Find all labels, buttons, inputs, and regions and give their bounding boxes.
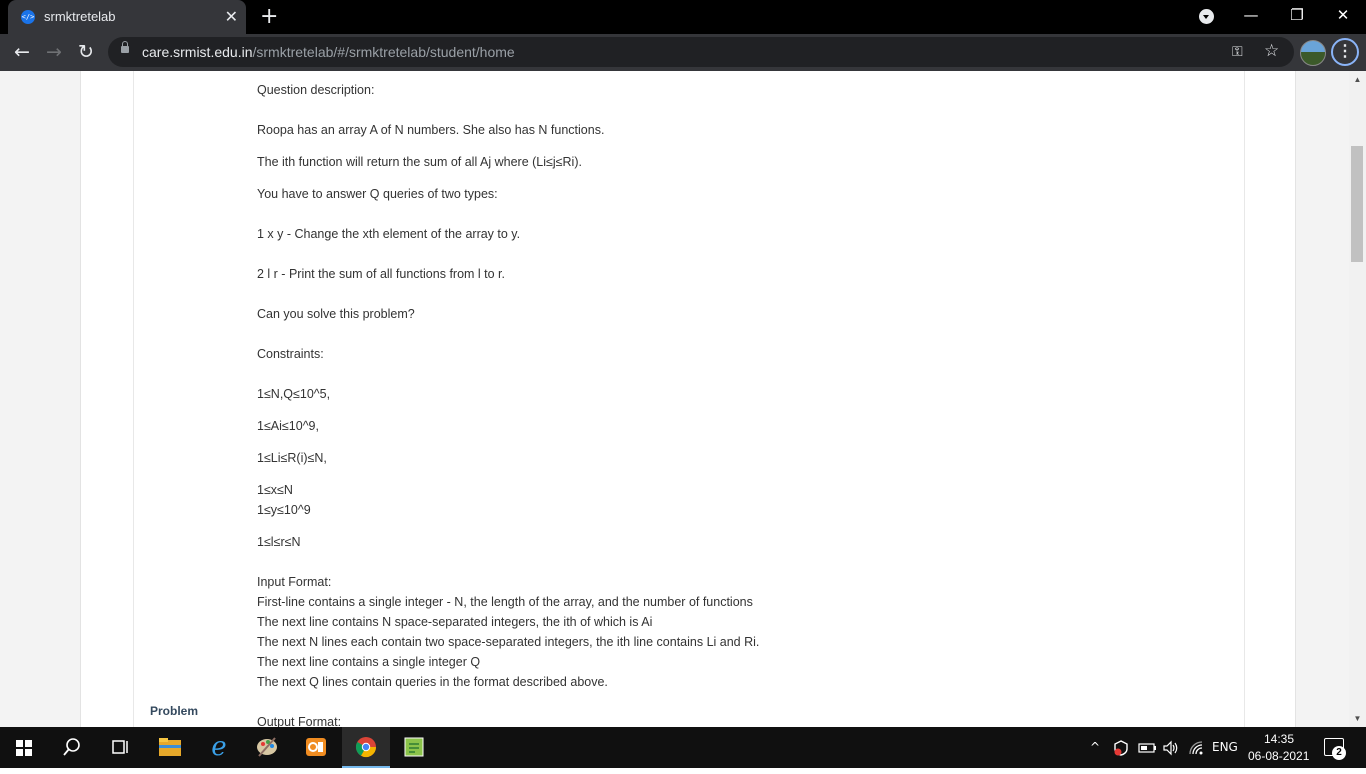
input-format-line: The next N lines each contain two space-… <box>257 635 760 649</box>
clock-time[interactable]: 14:35 <box>1264 732 1294 746</box>
problem-label: Problem <box>150 704 199 718</box>
search-icon[interactable] <box>48 727 96 768</box>
forward-button[interactable]: → <box>40 38 68 66</box>
constraint-line: 1≤N,Q≤10^5, <box>257 387 331 401</box>
tab-search-icon[interactable] <box>1199 9 1214 24</box>
output-format-heading: Output Format: <box>257 715 342 727</box>
start-button[interactable] <box>0 727 48 768</box>
browser-tab[interactable]: </> srmktretelab ✕ <box>8 0 246 34</box>
query-type-line: 1 x y - Change the xth element of the ar… <box>257 227 521 241</box>
notepad-plus-icon[interactable] <box>390 727 438 768</box>
tab-title: srmktretelab <box>44 9 116 24</box>
notification-count-badge: 2 <box>1332 746 1346 760</box>
close-window-button[interactable]: ✕ <box>1320 0 1366 30</box>
scroll-up-arrow-icon[interactable]: ▲ <box>1349 71 1366 88</box>
new-tab-button[interactable]: + <box>260 4 278 30</box>
url-text[interactable]: care.srmist.edu.in/srmktretelab/#/srmktr… <box>142 44 515 60</box>
input-format-line: The next line contains a single integer … <box>257 655 481 669</box>
scroll-down-arrow-icon[interactable]: ▼ <box>1349 710 1366 727</box>
back-button[interactable]: ← <box>8 38 36 66</box>
page-viewport: Problem Question description: Roopa has … <box>0 71 1349 727</box>
problem-statement-line: You have to answer Q queries of two type… <box>257 187 498 201</box>
bookmark-star-icon[interactable]: ☆ <box>1264 40 1279 62</box>
question-description-heading: Question description: <box>257 83 375 97</box>
clock-date[interactable]: 06-08-2021 <box>1248 749 1309 763</box>
security-tray-icon[interactable] <box>1113 727 1129 768</box>
browser-menu-icon[interactable]: ⋮ <box>1331 38 1359 66</box>
key-icon[interactable]: ⚿ <box>1232 41 1243 63</box>
lock-icon[interactable] <box>121 41 129 53</box>
input-format-line: The next Q lines contain queries in the … <box>257 675 608 689</box>
file-explorer-icon[interactable] <box>146 727 194 768</box>
paint-app-icon[interactable] <box>243 727 291 768</box>
language-indicator[interactable]: ENG <box>1212 727 1238 768</box>
url-path: /srmktretelab/#/srmktretelab/student/hom… <box>252 44 515 60</box>
volume-icon[interactable] <box>1162 727 1180 768</box>
constraint-line: 1≤Li≤R(i)≤N, <box>257 451 327 465</box>
chrome-taskbar-icon[interactable] <box>342 727 390 768</box>
problem-statement-line: Can you solve this problem? <box>257 307 415 321</box>
scrollbar-thumb[interactable] <box>1351 146 1363 262</box>
input-format-line: The next line contains N space-separated… <box>257 615 653 629</box>
constraints-heading: Constraints: <box>257 347 324 361</box>
site-favicon-icon: </> <box>21 10 35 24</box>
query-type-line: 2 l r - Print the sum of all functions f… <box>257 267 506 281</box>
problem-statement-line: The ith function will return the sum of … <box>257 155 582 169</box>
input-format-heading: Input Format: <box>257 575 332 589</box>
restore-button[interactable]: ❐ <box>1274 0 1320 30</box>
address-bar[interactable]: care.srmist.edu.in/srmktretelab/#/srmktr… <box>108 37 1294 67</box>
constraint-line: 1≤Ai≤10^9, <box>257 419 319 433</box>
internet-explorer-icon[interactable]: e <box>195 727 243 768</box>
battery-icon[interactable] <box>1138 727 1158 768</box>
profile-avatar[interactable] <box>1300 40 1326 66</box>
office-app-icon[interactable] <box>292 727 340 768</box>
problem-statement-line: Roopa has an array A of N numbers. She a… <box>257 123 605 137</box>
constraint-line: 1≤y≤10^9 <box>257 503 311 517</box>
input-format-line: First-line contains a single integer - N… <box>257 595 753 609</box>
minimize-button[interactable]: — <box>1228 0 1274 30</box>
constraint-line: 1≤l≤r≤N <box>257 535 301 549</box>
windows-logo-icon <box>16 740 32 756</box>
task-view-icon[interactable] <box>96 727 144 768</box>
windows-taskbar: e ^ ENG 14:35 06-08-2021 2 <box>0 727 1366 768</box>
close-tab-icon[interactable]: ✕ <box>225 7 238 27</box>
page-scrollbar[interactable]: ▲ ▼ <box>1349 71 1366 727</box>
tray-overflow-chevron-icon[interactable]: ^ <box>1090 727 1100 768</box>
browser-tab-strip: </> srmktretelab ✕ + — ❐ ✕ <box>0 0 1366 34</box>
reload-button[interactable]: ↻ <box>72 38 100 66</box>
wifi-icon[interactable] <box>1188 727 1206 768</box>
url-host: care.srmist.edu.in <box>142 44 253 60</box>
browser-toolbar: ← → ↻ care.srmist.edu.in/srmktretelab/#/… <box>0 34 1366 71</box>
constraint-line: 1≤x≤N <box>257 483 293 497</box>
